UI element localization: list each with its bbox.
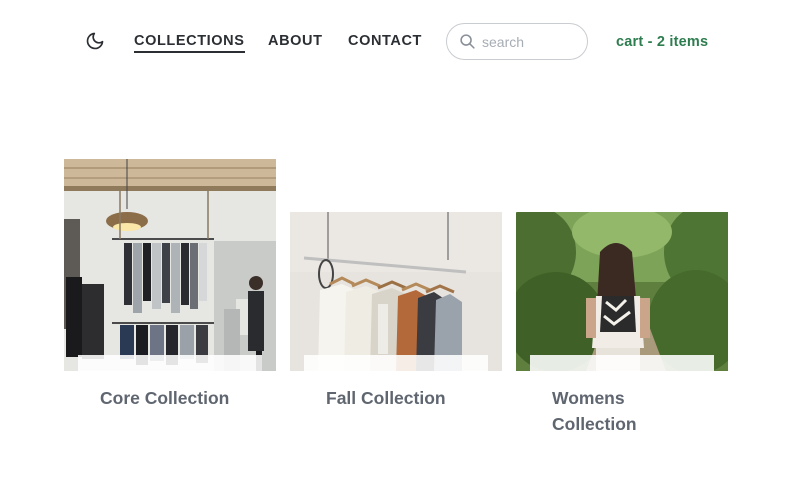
collection-title[interactable]: Core Collection — [100, 385, 240, 411]
store-interior-photo[interactable] — [64, 159, 276, 371]
nav-link-contact[interactable]: CONTACT — [348, 33, 422, 50]
hanging-clothes-photo[interactable] — [290, 212, 502, 371]
search-box[interactable] — [446, 23, 588, 60]
nav-link-collections[interactable]: COLLECTIONS — [134, 33, 245, 53]
moon-icon[interactable] — [85, 31, 105, 51]
search-icon — [459, 33, 476, 50]
collection-title[interactable]: Womens Collection — [552, 385, 662, 437]
woman-in-forest-photo[interactable] — [516, 212, 728, 371]
collection-title[interactable]: Fall Collection — [326, 385, 466, 411]
search-input[interactable] — [482, 32, 578, 52]
image-caption-strip — [304, 355, 488, 371]
cart-link[interactable]: cart - 2 items — [616, 34, 708, 50]
top-nav: COLLECTIONS ABOUT CONTACT cart - 2 items — [0, 0, 800, 84]
image-caption-strip — [78, 355, 262, 371]
image-caption-strip — [530, 355, 714, 371]
nav-link-about[interactable]: ABOUT — [268, 33, 323, 50]
